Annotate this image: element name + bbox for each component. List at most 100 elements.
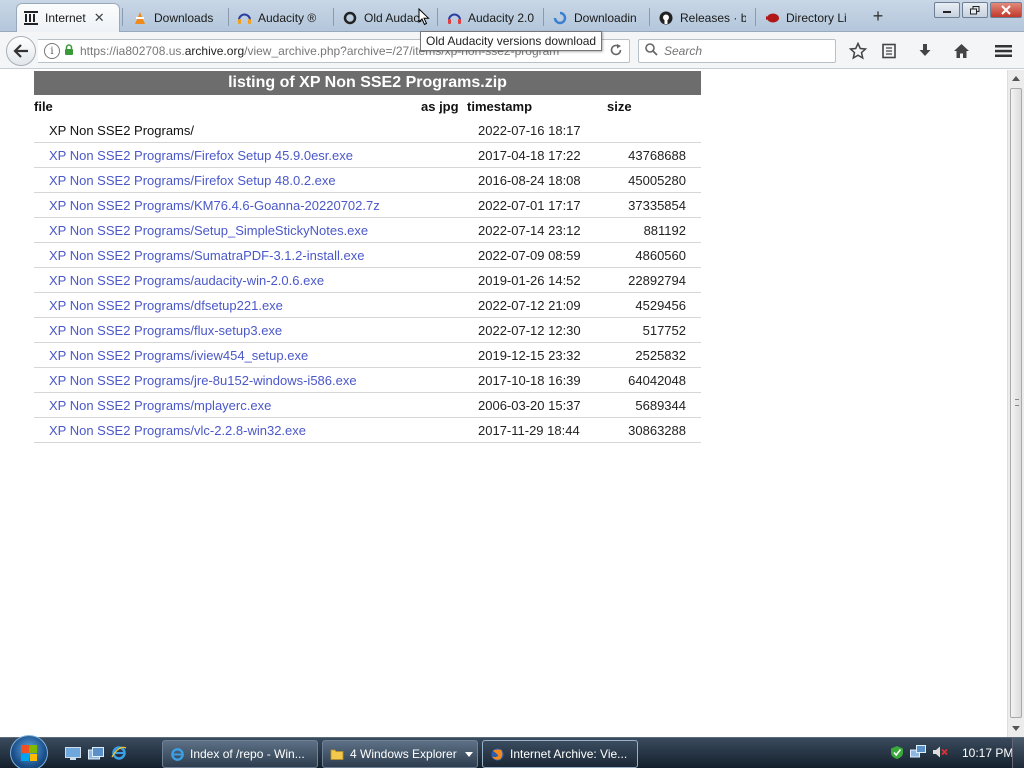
tab-audacity-2[interactable]: Audacity 2.0 xyxy=(440,4,540,31)
search-input[interactable] xyxy=(664,44,824,58)
tab-downloads[interactable]: Downloads xyxy=(126,4,226,31)
switch-windows-icon[interactable] xyxy=(87,745,105,761)
timestamp-cell: 2019-01-26 14:52 xyxy=(478,273,581,288)
restore-icon xyxy=(970,5,980,14)
folder-icon xyxy=(329,746,345,762)
tab-separator xyxy=(755,8,756,26)
star-icon xyxy=(849,42,867,60)
file-link[interactable]: XP Non SSE2 Programs/SumatraPDF-3.1.2-in… xyxy=(49,248,365,263)
taskbar-button-label: 4 Windows Explorer xyxy=(350,747,457,761)
home-button[interactable] xyxy=(950,40,972,62)
downloads-button[interactable] xyxy=(914,40,936,62)
security-shield-icon[interactable] xyxy=(890,745,904,763)
restore-button[interactable] xyxy=(962,2,988,18)
loading-icon xyxy=(342,10,358,26)
new-tab-button[interactable]: + xyxy=(868,5,888,27)
file-link[interactable]: XP Non SSE2 Programs/Firefox Setup 48.0.… xyxy=(49,173,336,188)
minimize-icon xyxy=(943,11,951,13)
file-link[interactable]: XP Non SSE2 Programs/KM76.4.6-Goanna-202… xyxy=(49,198,380,213)
internet-explorer-icon[interactable] xyxy=(110,745,128,761)
system-clock[interactable]: 10:17 PM xyxy=(962,746,1013,760)
vertical-scrollbar[interactable] xyxy=(1007,70,1024,737)
hamburger-menu-icon xyxy=(994,45,1012,57)
tab-releases[interactable]: Releases · b xyxy=(652,4,752,31)
search-bar[interactable] xyxy=(638,39,836,63)
listing-title: listing of XP Non SSE2 Programs.zip xyxy=(34,71,701,95)
scroll-up-icon[interactable] xyxy=(1008,70,1024,86)
network-icon[interactable] xyxy=(910,745,926,762)
taskbar-button-index-of-repo[interactable]: Index of /repo - Win... xyxy=(162,740,318,768)
table-row: XP Non SSE2 Programs/vlc-2.2.8-win32.exe… xyxy=(34,418,701,443)
file-link[interactable]: XP Non SSE2 Programs/audacity-win-2.0.6.… xyxy=(49,273,324,288)
url-prefix: https://ia802708.us. xyxy=(80,44,185,58)
file-link[interactable]: XP Non SSE2 Programs/flux-setup3.exe xyxy=(49,323,282,338)
tab-tooltip: Old Audacity versions download xyxy=(420,31,603,51)
home-icon xyxy=(953,44,969,58)
tab-directory-listing[interactable]: Directory Li xyxy=(758,4,858,31)
system-tray xyxy=(890,738,954,768)
tab-separator xyxy=(437,8,438,26)
archive-listing: listing of XP Non SSE2 Programs.zip file… xyxy=(34,71,701,443)
close-window-button[interactable] xyxy=(990,2,1022,18)
size-cell: 5689344 xyxy=(635,398,686,413)
firefox-icon xyxy=(489,746,505,762)
bookmark-star-button[interactable] xyxy=(847,40,869,62)
search-icon xyxy=(645,43,658,59)
table-row: XP Non SSE2 Programs/jre-8u152-windows-i… xyxy=(34,368,701,393)
reload-icon[interactable] xyxy=(609,43,623,60)
volume-muted-icon[interactable] xyxy=(932,745,948,762)
info-icon[interactable]: i xyxy=(44,43,60,59)
file-link[interactable]: XP Non SSE2 Programs/mplayerc.exe xyxy=(49,398,271,413)
timestamp-cell: 2022-07-01 17:17 xyxy=(478,198,581,213)
table-row: XP Non SSE2 Programs/SumatraPDF-3.1.2-in… xyxy=(34,243,701,268)
grip-icon xyxy=(1015,399,1019,406)
table-row: XP Non SSE2 Programs/KM76.4.6-Goanna-202… xyxy=(34,193,701,218)
url-domain: archive.org xyxy=(184,44,245,58)
close-tab-icon[interactable]: ✕ xyxy=(94,10,105,26)
back-button[interactable] xyxy=(6,36,36,66)
tab-downloading[interactable]: Downloadin xyxy=(546,4,646,31)
timestamp-cell: 2022-07-12 12:30 xyxy=(478,323,581,338)
close-icon xyxy=(1001,5,1011,15)
loading-icon xyxy=(552,10,568,26)
show-desktop-button[interactable] xyxy=(1012,738,1024,768)
scroll-down-icon[interactable] xyxy=(1008,720,1024,736)
file-link[interactable]: XP Non SSE2 Programs/Firefox Setup 45.9.… xyxy=(49,148,353,163)
tab-internet-archive[interactable]: Internet + ✕ xyxy=(16,3,120,32)
github-icon xyxy=(658,10,674,26)
tab-label: Old Audaci xyxy=(364,10,423,25)
ie-icon xyxy=(169,746,185,762)
table-row: XP Non SSE2 Programs/flux-setup3.exe 2022… xyxy=(34,318,701,343)
file-link[interactable]: XP Non SSE2 Programs/Setup_SimpleStickyN… xyxy=(49,223,368,238)
tab-label: Internet xyxy=(45,11,86,25)
scrollbar-thumb[interactable] xyxy=(1010,88,1022,718)
reading-list-button[interactable] xyxy=(878,40,900,62)
tab-label: Downloadin xyxy=(574,10,637,25)
tab-audacity[interactable]: Audacity ® xyxy=(230,4,330,31)
chevron-down-icon xyxy=(464,749,473,759)
column-header-file: file xyxy=(34,99,53,114)
vlc-icon xyxy=(132,10,148,26)
timestamp-cell: 2022-07-09 08:59 xyxy=(478,248,581,263)
taskbar-button-windows-explorer[interactable]: 4 Windows Explorer xyxy=(322,740,478,768)
menu-button[interactable] xyxy=(992,40,1014,62)
minimize-button[interactable] xyxy=(934,2,960,18)
start-button[interactable] xyxy=(10,735,48,768)
file-link[interactable]: XP Non SSE2 Programs/iview454_setup.exe xyxy=(49,348,308,363)
timestamp-cell: 2019-12-15 23:32 xyxy=(478,348,581,363)
file-link[interactable]: XP Non SSE2 Programs/jre-8u152-windows-i… xyxy=(49,373,357,388)
table-row: XP Non SSE2 Programs/audacity-win-2.0.6.… xyxy=(34,268,701,293)
tab-label: Audacity ® xyxy=(258,10,317,25)
table-row: XP Non SSE2 Programs/2022-07-16 18:17 xyxy=(34,118,701,143)
file-link[interactable]: XP Non SSE2 Programs/vlc-2.2.8-win32.exe xyxy=(49,423,306,438)
show-desktop-icon[interactable] xyxy=(64,745,82,761)
size-cell: 22892794 xyxy=(628,273,686,288)
tab-separator xyxy=(228,8,229,26)
taskbar-button-label: Internet Archive: Vie... xyxy=(510,747,628,761)
folder-name: XP Non SSE2 Programs/ xyxy=(49,123,194,138)
taskbar-button-internet-archive[interactable]: Internet Archive: Vie... xyxy=(482,740,638,768)
file-link[interactable]: XP Non SSE2 Programs/dfsetup221.exe xyxy=(49,298,283,313)
size-cell: 881192 xyxy=(643,223,686,238)
table-row: XP Non SSE2 Programs/mplayerc.exe 2006-03… xyxy=(34,393,701,418)
download-arrow-icon xyxy=(919,44,931,56)
